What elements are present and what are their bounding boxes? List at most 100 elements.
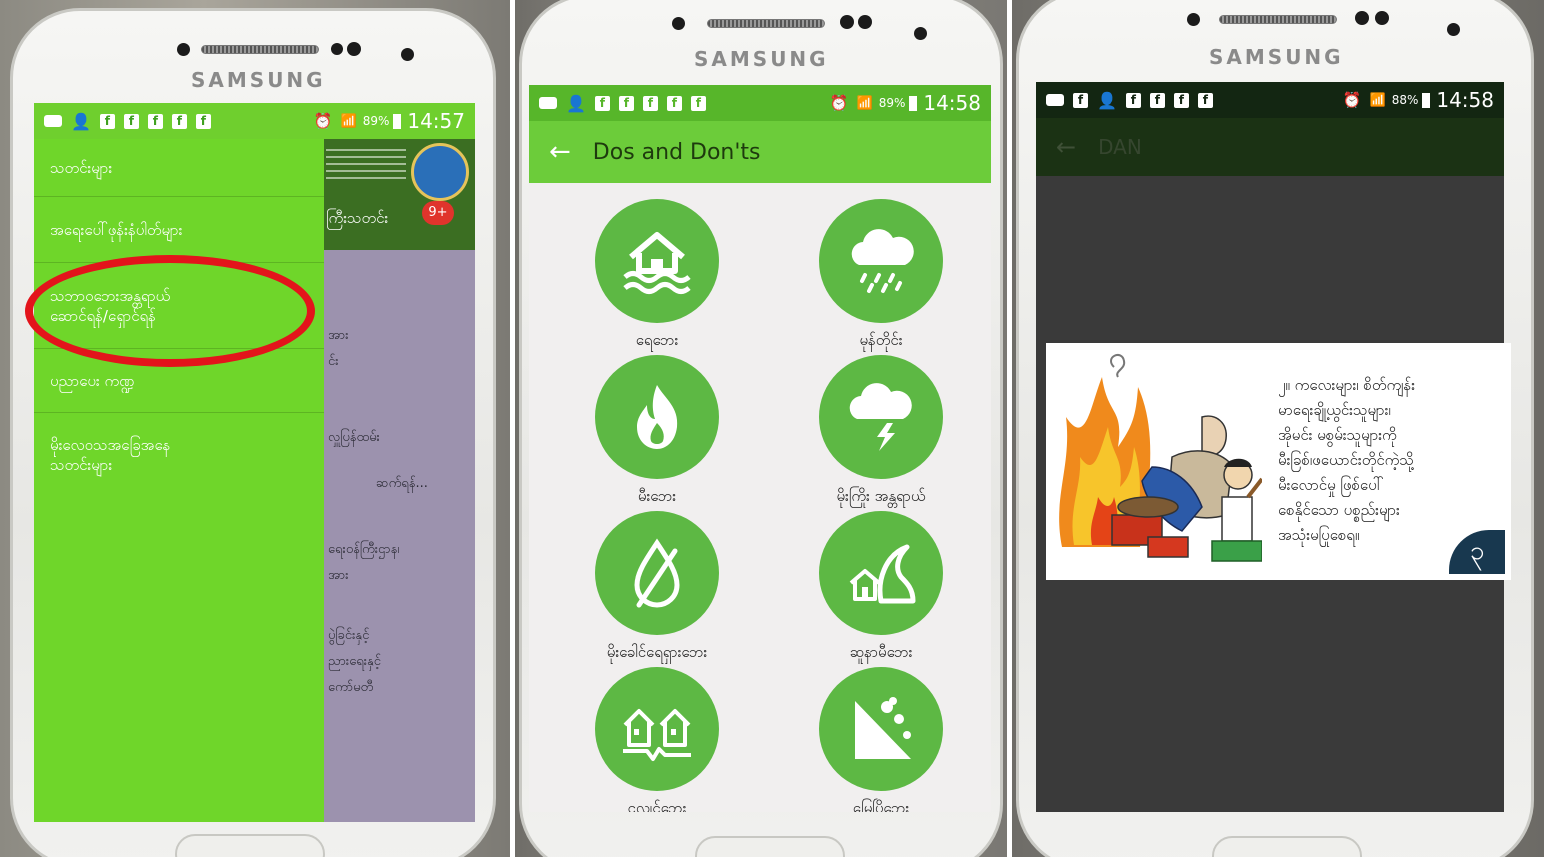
news-header: 9+ ကြီးသတင်း <box>324 139 475 250</box>
facebook-icon: f <box>1173 92 1189 108</box>
tile-lightning[interactable]: မိုးကြိုး အန္တရာယ် <box>791 355 971 509</box>
news-line: ပွဲခြင်းနှင့် <box>328 628 370 643</box>
earpiece-speaker <box>707 19 825 28</box>
brand-logo: SAMSUNG <box>191 68 326 92</box>
tile-label: မိုးကြိုး အန္တရာယ် <box>836 487 926 505</box>
drawer-item-emergency-phones[interactable]: အရေးပေါ်ဖုန်းနံပါတ်များ <box>34 197 324 263</box>
facebook-icon: f <box>666 95 682 111</box>
facebook-icon: f <box>195 113 211 129</box>
facebook-icon: f <box>1149 92 1165 108</box>
brand-logo: SAMSUNG <box>694 47 829 71</box>
ministry-name-small <box>326 149 406 183</box>
tile-label: မုန်တိုင်း <box>859 331 903 349</box>
clock: 14:58 <box>923 91 981 115</box>
news-line: ညားရေးနှင့် <box>328 654 381 669</box>
home-button[interactable] <box>695 836 845 857</box>
news-tab-label[interactable]: ကြီးသတင်း <box>326 209 388 231</box>
tile-fire[interactable]: မီးဘေး <box>567 355 747 509</box>
brand-logo: SAMSUNG <box>1209 45 1344 69</box>
earthquake-icon <box>595 667 719 791</box>
tile-label: ဆူနာမီဘေး <box>849 643 913 661</box>
app-bar: ← Dos and Don'ts <box>529 121 991 183</box>
status-bar: 👤 f f f f f ⏰ 📶 89% 14:58 <box>529 85 991 121</box>
home-button[interactable] <box>175 834 325 857</box>
sensor-dot <box>1375 11 1389 25</box>
wifi-icon: 📶 <box>856 95 873 111</box>
news-line: ကော်မတီ <box>328 680 374 695</box>
tile-landslide[interactable]: မြေပြိုဘေး <box>791 667 971 812</box>
drawer-item-label: မိုးလေဝသအခြေအနေ <box>50 436 171 454</box>
read-more-link[interactable]: ဆက်ရန်... <box>376 475 428 494</box>
news-line: အား <box>328 328 349 343</box>
tile-storm[interactable]: မုန်တိုင်း <box>791 199 971 353</box>
person-icon: 👤 <box>71 111 91 131</box>
news-line: င်း <box>328 354 339 369</box>
image-dialog[interactable]: ၂။ ကလေးများ၊ စိတ်ကျန်း မာရေးချို့ယွင်းသူ… <box>1046 343 1511 580</box>
drawer-item-label: သတင်းများ <box>50 456 113 474</box>
alarm-icon: ⏰ <box>313 112 333 130</box>
front-camera <box>1447 23 1460 36</box>
drought-icon <box>595 511 719 635</box>
front-camera <box>401 48 414 61</box>
battery-percent: 89% <box>878 96 906 110</box>
fire-icon <box>595 355 719 479</box>
tile-label: ငလျင်ဘေး <box>627 799 687 812</box>
tile-flood[interactable]: ရေဘေး <box>567 199 747 353</box>
navigation-drawer: သတင်းများ အရေးပေါ်ဖုန်းနံပါတ်များ သဘာဝဘေ… <box>34 139 324 822</box>
back-arrow-icon[interactable]: ← <box>549 137 571 167</box>
proximity-sensor <box>672 17 685 30</box>
tile-drought[interactable]: မိုးခေါင်ရေရှားဘေး <box>567 511 747 665</box>
facebook-icon: f <box>1125 92 1141 108</box>
wifi-icon: 📶 <box>340 113 357 129</box>
sensor-dot <box>858 15 872 29</box>
front-camera <box>914 27 927 40</box>
background-news-page: 9+ ကြီးသတင်း အား င်း လှူပြန်ထမ်း ဆက်ရန်.… <box>324 139 475 822</box>
facebook-icon: f <box>690 95 706 111</box>
back-arrow-icon[interactable]: ← <box>1056 133 1076 161</box>
app-bar-dimmed: ← DAN <box>1036 118 1504 176</box>
clock: 14:58 <box>1436 88 1494 112</box>
proximity-sensor <box>177 43 190 56</box>
screen: 👤 f f f f f ⏰ 📶 89% 14:57 9+ ကြီးသတင်း အ… <box>34 103 475 822</box>
person-icon: 👤 <box>1097 90 1117 110</box>
landslide-icon <box>819 667 943 791</box>
message-icon <box>44 115 62 127</box>
wifi-icon: 📶 <box>1369 92 1386 108</box>
caption-text: ၂။ ကလေးများ၊ စိတ်ကျန်း မာရေးချို့ယွင်းသူ… <box>1278 376 1416 544</box>
battery-icon <box>1422 92 1431 108</box>
battery-percent: 89% <box>362 114 390 128</box>
earpiece-speaker <box>1219 15 1337 24</box>
screen: 👤 f f f f f ⏰ 📶 89% 14:58 ← Dos and Don'… <box>529 85 991 812</box>
tile-earthquake[interactable]: ငလျင်ဘေး <box>567 667 747 812</box>
tile-label: မိုးခေါင်ရေရှားဘေး <box>606 643 708 661</box>
drawer-item-news[interactable]: သတင်းများ <box>34 139 324 197</box>
facebook-icon: f <box>594 95 610 111</box>
news-line: လှူပြန်ထမ်း <box>328 430 380 445</box>
battery-percent: 88% <box>1391 93 1419 107</box>
home-button[interactable] <box>1212 836 1362 857</box>
tile-label: ရေဘေး <box>635 331 679 349</box>
facebook-icon: f <box>147 113 163 129</box>
battery-icon <box>909 95 918 111</box>
proximity-sensor <box>1187 13 1200 26</box>
news-line: အား <box>328 568 349 583</box>
facebook-icon: f <box>171 113 187 129</box>
earpiece-speaker <box>201 45 319 54</box>
tile-tsunami[interactable]: ဆူနာမီဘေး <box>791 511 971 665</box>
page-title: Dos and Don'ts <box>592 139 761 165</box>
notification-badge[interactable]: 9+ <box>422 201 454 225</box>
page-title: DAN <box>1098 135 1142 159</box>
sensor-dot <box>331 43 343 55</box>
message-icon <box>1046 94 1064 106</box>
drawer-item-label: အရေးပေါ်ဖုန်းနံပါတ်များ <box>50 220 183 239</box>
facebook-icon: f <box>618 95 634 111</box>
ministry-logo-icon <box>411 143 469 201</box>
storm-icon <box>819 199 943 323</box>
battery-icon <box>393 113 402 129</box>
tile-label: မြေပြိုဘေး <box>852 799 910 812</box>
fire-cartoon-illustration <box>1059 354 1262 562</box>
drawer-item-weather[interactable]: မိုးလေဝသအခြေအနေ သတင်းများ <box>34 413 324 497</box>
drawer-item-label: သတင်းများ <box>50 158 113 177</box>
panel-drawer-menu: SAMSUNG 👤 f f f f f ⏰ 📶 89% 14:57 9+ ကြီ… <box>0 0 510 857</box>
facebook-icon: f <box>1073 92 1088 108</box>
